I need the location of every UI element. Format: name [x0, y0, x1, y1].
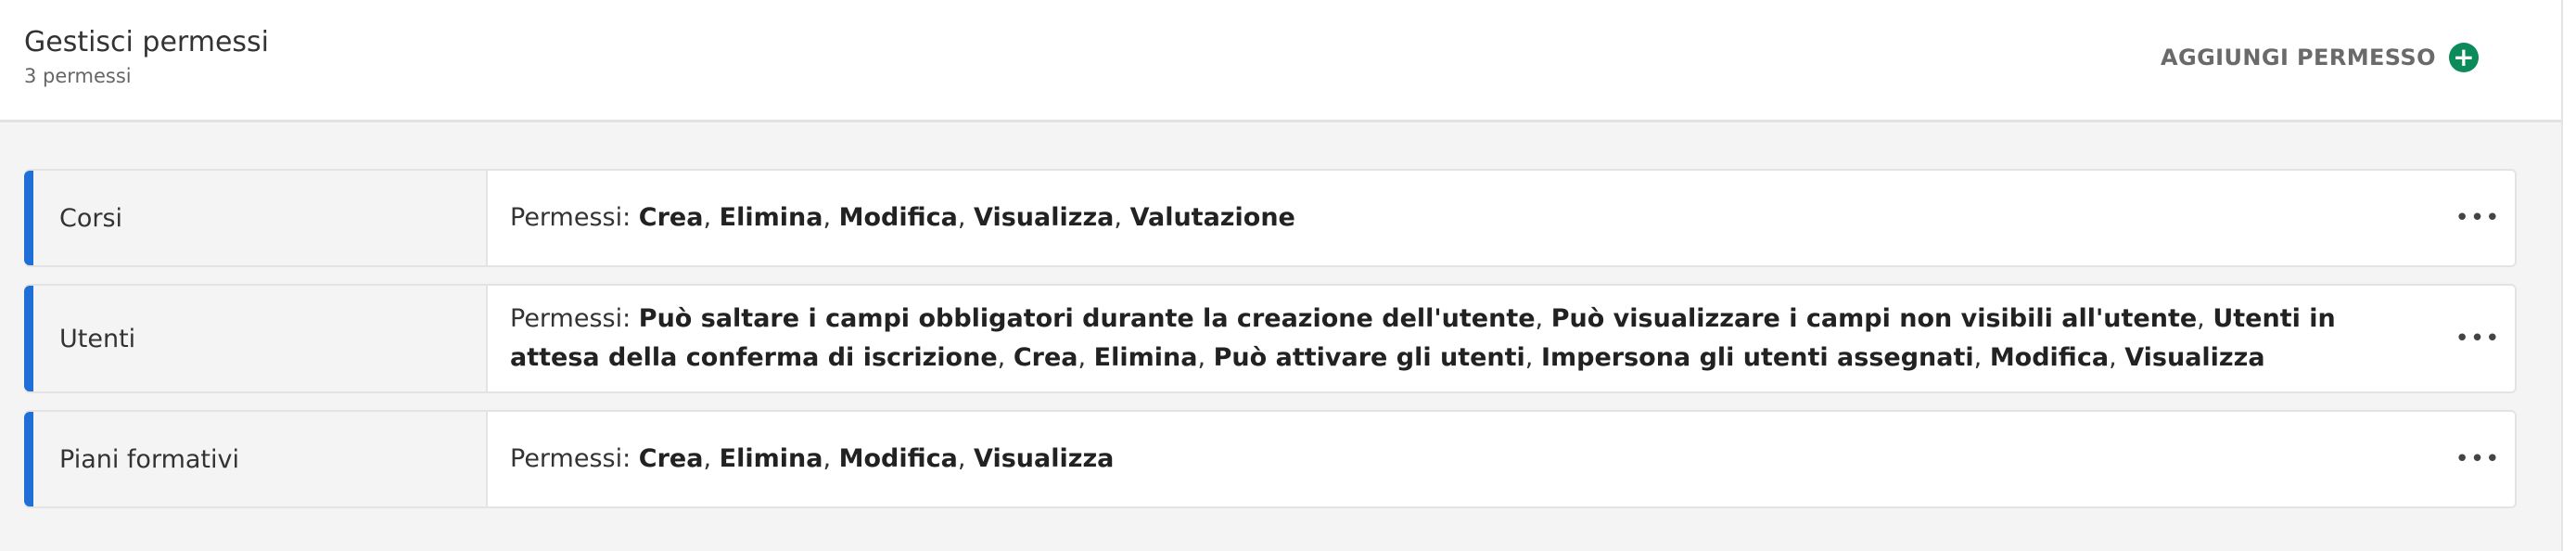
add-permission-button[interactable]: AGGIUNGI PERMESSO + [2161, 41, 2479, 74]
row-name: Utenti [33, 286, 488, 391]
permission-row-utenti: Utenti Permessi: Può saltare i campi obb… [24, 284, 2517, 393]
row-accent-bar [24, 412, 33, 506]
permission-row-piani-formativi: Piani formativi Permessi: Crea, Elimina,… [24, 410, 2517, 508]
add-permission-label: AGGIUNGI PERMESSO [2161, 45, 2436, 70]
permission-item: Crea [638, 444, 704, 473]
more-horizontal-icon[interactable]: ••• [2441, 412, 2515, 506]
permission-item: Modifica [838, 444, 958, 473]
more-horizontal-icon[interactable]: ••• [2441, 171, 2515, 265]
page-title: Gestisci permessi [24, 26, 270, 58]
permission-count: 3 permessi [24, 65, 132, 87]
permission-item: Modifica [1989, 343, 2110, 372]
permission-item: Elimina [1093, 343, 1198, 372]
permissions-prefix: Permessi: [510, 304, 639, 333]
permissions-page: Gestisci permessi 3 permessi AGGIUNGI PE… [0, 0, 2561, 551]
permissions-prefix: Permessi: [510, 203, 639, 232]
permission-item: Elimina [719, 203, 823, 232]
row-permissions: Permessi: Crea, Elimina, Modifica, Visua… [488, 171, 2441, 265]
permission-list: Permessi: Crea, Elimina, Modifica, Visua… [510, 444, 1115, 473]
scroll-edge [2561, 0, 2576, 551]
row-permissions: Permessi: Può saltare i campi obbligator… [488, 286, 2441, 391]
plus-circle-icon: + [2448, 43, 2479, 72]
permission-item: Valutazione [1129, 203, 1295, 232]
row-name: Corsi [33, 171, 488, 265]
permission-item: Crea [1013, 343, 1078, 372]
permission-list: Permessi: Crea, Elimina, Modifica, Visua… [510, 203, 1295, 232]
permission-item: Impersona gli utenti assegnati [1540, 343, 1974, 372]
permission-item: Visualizza [974, 203, 1115, 232]
permission-list: Permessi: Può saltare i campi obbligator… [510, 304, 2336, 372]
permission-item: Modifica [838, 203, 958, 232]
row-permissions: Permessi: Crea, Elimina, Modifica, Visua… [488, 412, 2441, 506]
row-accent-bar [24, 286, 33, 391]
row-name: Piani formativi [33, 412, 488, 506]
permission-item: Elimina [719, 444, 823, 473]
more-horizontal-icon[interactable]: ••• [2441, 286, 2515, 391]
permission-item: Visualizza [2124, 343, 2265, 372]
row-accent-bar [24, 171, 33, 265]
permission-item: Crea [638, 203, 704, 232]
permission-item: Visualizza [974, 444, 1115, 473]
permission-row-corsi: Corsi Permessi: Crea, Elimina, Modifica,… [24, 169, 2517, 267]
permission-item: Può saltare i campi obbligatori durante … [638, 304, 1536, 333]
page-header: Gestisci permessi 3 permessi AGGIUNGI PE… [0, 0, 2561, 122]
permission-item: Può visualizzare i campi non visibili al… [1550, 304, 2198, 333]
permission-item: Può attivare gli utenti [1213, 343, 1525, 372]
permissions-prefix: Permessi: [510, 444, 639, 473]
